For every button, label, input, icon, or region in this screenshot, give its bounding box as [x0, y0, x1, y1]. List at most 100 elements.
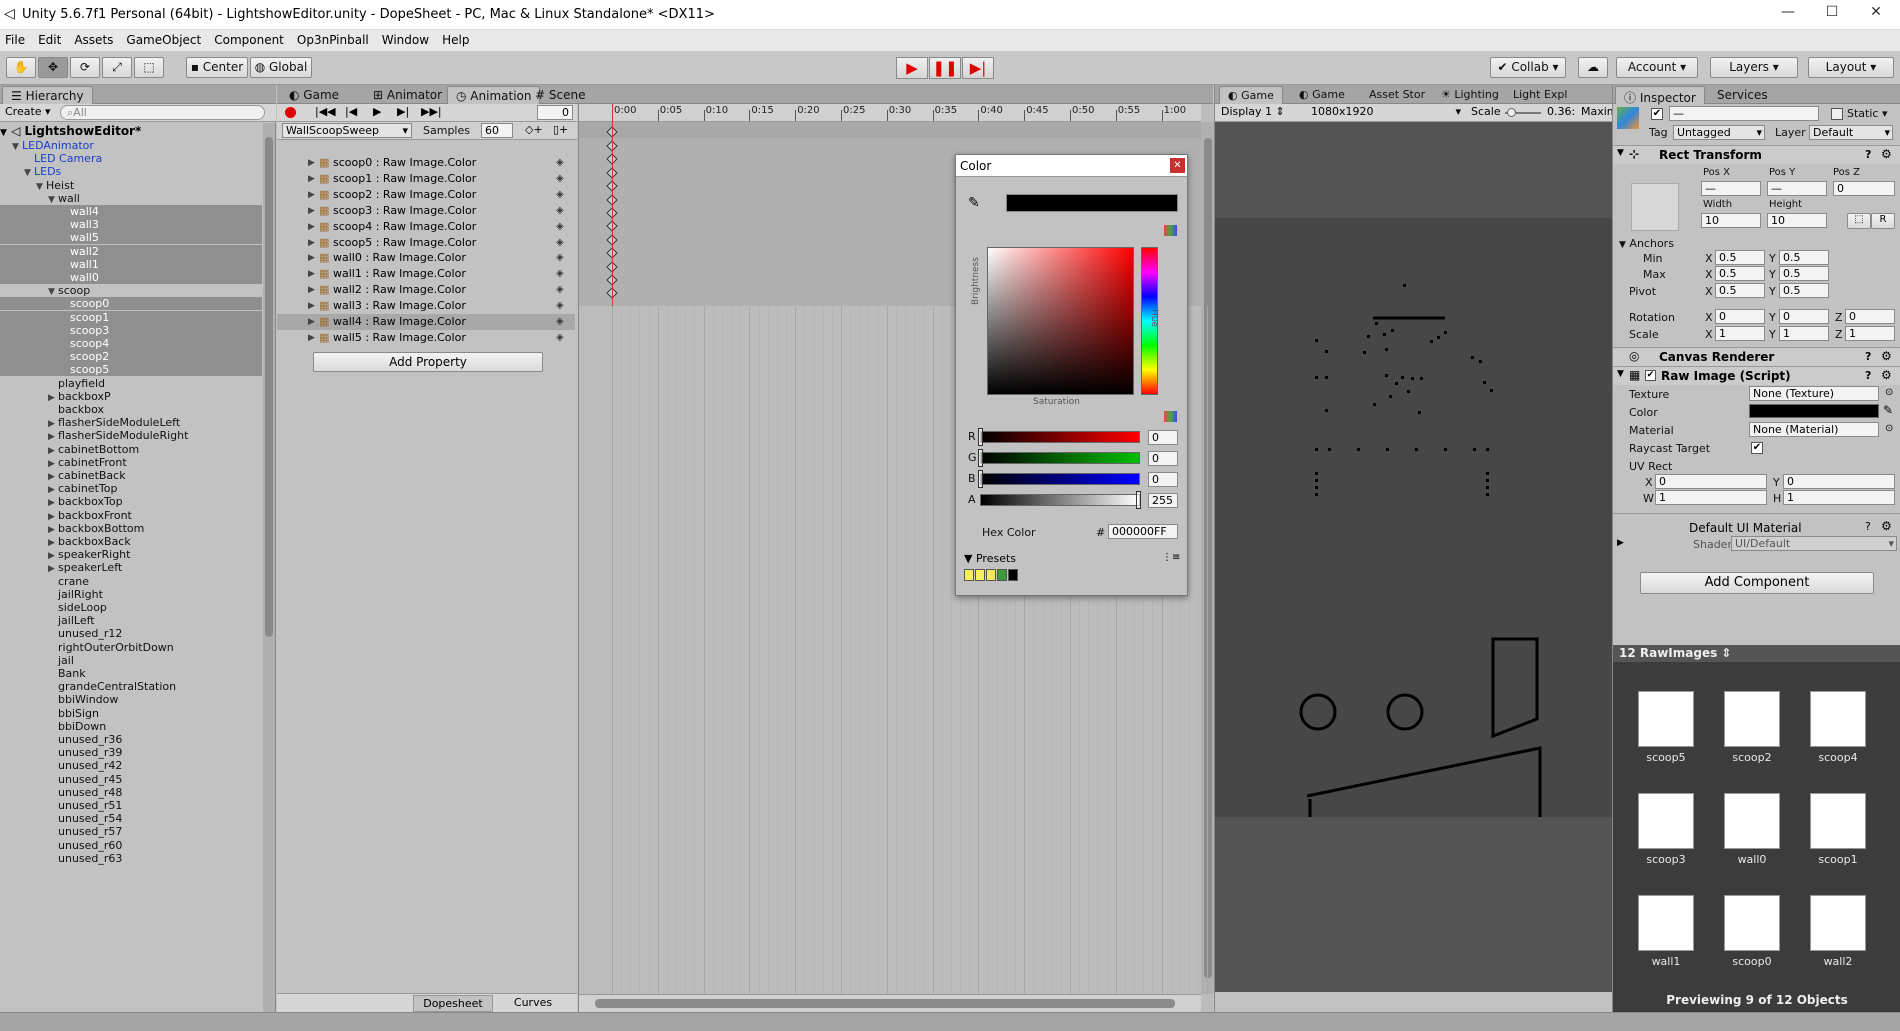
expand-arrow-icon[interactable]: ▶	[308, 298, 315, 314]
maximize-button[interactable]: ☐	[1812, 4, 1852, 26]
minimize-button[interactable]: —	[1768, 4, 1808, 26]
help-icon[interactable]: ?	[1865, 148, 1871, 161]
preset-swatch[interactable]	[997, 569, 1007, 581]
hierarchy-row[interactable]: jailRight	[0, 588, 262, 601]
help-icon[interactable]: ?	[1865, 369, 1871, 382]
keyframe-toggle-icon[interactable]: ◈	[556, 219, 564, 235]
hierarchy-row[interactable]: scoop5	[0, 363, 262, 377]
material-field[interactable]: None (Material)	[1749, 422, 1879, 437]
hierarchy-row[interactable]: scoop3	[0, 323, 262, 337]
hierarchy-scroll-thumb[interactable]	[265, 137, 273, 637]
channel-g-slider[interactable]	[980, 452, 1140, 464]
hierarchy-row[interactable]: grandeCentralStation	[0, 680, 262, 693]
uv-x-field[interactable]: 0	[1655, 474, 1767, 489]
preset-swatch[interactable]	[975, 569, 985, 581]
pivot-x-field[interactable]: 0.5	[1715, 283, 1765, 298]
pivot-center-button[interactable]: ▪ Center	[186, 57, 248, 78]
first-key-button[interactable]: |◀◀	[315, 105, 336, 118]
property-row[interactable]: ▶ ▦ scoop5 : Raw Image.Color ◈	[277, 235, 575, 251]
hierarchy-row[interactable]: jail	[0, 654, 262, 667]
color-field-swatch[interactable]	[1749, 404, 1879, 418]
settings-gear-icon[interactable]: ⚙	[1881, 349, 1892, 363]
menu-item-window[interactable]: Window	[377, 30, 437, 47]
preview-thumbnail[interactable]	[1638, 895, 1694, 951]
settings-gear-icon[interactable]: ⚙	[1881, 368, 1892, 382]
expand-arrow-icon[interactable]: ▶	[308, 155, 315, 171]
keyframe-toggle-icon[interactable]: ◈	[556, 155, 564, 171]
keyframe-toggle-icon[interactable]: ◈	[556, 330, 564, 346]
property-row[interactable]: ▶ ▦ wall1 : Raw Image.Color ◈	[277, 266, 575, 282]
property-row[interactable]: ▶ ▦ scoop2 : Raw Image.Color ◈	[277, 187, 575, 203]
hierarchy-row[interactable]: scoop4	[0, 337, 262, 350]
hierarchy-row[interactable]: ▶ backboxBottom	[0, 522, 262, 535]
tab-game[interactable]: ◐ Game	[1291, 86, 1353, 104]
scale-slider-thumb[interactable]	[1507, 108, 1516, 117]
property-row[interactable]: ▶ ▦ wall4 : Raw Image.Color ◈	[277, 314, 575, 330]
hierarchy-row[interactable]: unused_r12	[0, 627, 262, 640]
hierarchy-row[interactable]: backbox	[0, 403, 262, 416]
tab-game[interactable]: ◐ Game	[1219, 86, 1283, 104]
cloud-icon[interactable]: ☁	[1578, 57, 1608, 78]
hierarchy-row[interactable]: crane	[0, 575, 262, 588]
frame-field[interactable]: 0	[537, 105, 573, 120]
keyframe-toggle-icon[interactable]: ◈	[556, 298, 564, 314]
hierarchy-row[interactable]: scoop1	[0, 310, 262, 324]
hierarchy-row[interactable]: ▶ backboxTop	[0, 495, 262, 508]
pivot-y-field[interactable]: 0.5	[1779, 283, 1829, 298]
tab-curves[interactable]: Curves	[497, 995, 569, 1012]
uv-y-field[interactable]: 0	[1783, 474, 1895, 489]
keyframe-toggle-icon[interactable]: ◈	[556, 187, 564, 203]
preset-swatch[interactable]	[986, 569, 996, 581]
space-global-button[interactable]: ◍ Global	[250, 57, 312, 78]
menu-item-assets[interactable]: Assets	[69, 30, 121, 47]
object-picker-icon[interactable]: ⊙	[1885, 423, 1893, 434]
preview-thumbnail[interactable]	[1724, 691, 1780, 747]
expand-arrow-icon[interactable]: ▶	[308, 235, 315, 251]
channel-b-thumb[interactable]	[978, 470, 983, 488]
hierarchy-row[interactable]: wall5	[0, 231, 262, 245]
layers-dropdown[interactable]: Layers ▾	[1710, 57, 1798, 78]
scene-root-row[interactable]: ▼ ◁ LightshowEditor*	[0, 123, 262, 139]
expand-arrow-icon[interactable]: ▶	[308, 203, 315, 219]
hierarchy-row[interactable]: jailLeft	[0, 614, 262, 627]
hierarchy-search-input[interactable]: ⌕All	[60, 105, 265, 120]
hierarchy-row[interactable]: unused_r45	[0, 773, 262, 786]
uv-h-field[interactable]: 1	[1783, 490, 1895, 505]
min-y-field[interactable]: 0.5	[1779, 250, 1829, 265]
hierarchy-row[interactable]: sideLoop	[0, 601, 262, 614]
tab-hierarchy[interactable]: ☰ Hierarchy	[2, 86, 93, 104]
hierarchy-row[interactable]: unused_r42	[0, 759, 262, 772]
next-key-button[interactable]: ▶|	[397, 105, 409, 118]
move-tool-icon[interactable]: ✥	[38, 57, 68, 78]
preset-swatch[interactable]	[964, 569, 974, 581]
rot-y-field[interactable]: 0	[1779, 309, 1829, 324]
add-event-icon[interactable]: ▯+	[553, 123, 568, 136]
hierarchy-row[interactable]: ▼ LEDs	[0, 165, 262, 178]
height-field[interactable]: 10	[1767, 213, 1827, 228]
keyframe-toggle-icon[interactable]: ◈	[556, 171, 564, 187]
rect-tool-icon[interactable]: ⬚	[134, 57, 164, 78]
preview-thumbnail[interactable]	[1724, 793, 1780, 849]
channel-a-slider[interactable]	[980, 494, 1140, 506]
play-anim-button[interactable]: ▶	[373, 105, 381, 118]
hierarchy-row[interactable]: ▶ speakerLeft	[0, 561, 262, 574]
hierarchy-row[interactable]: bbiWindow	[0, 693, 262, 706]
saturation-brightness-field[interactable]	[987, 247, 1134, 395]
tag-dropdown[interactable]: Untagged ▾	[1673, 125, 1765, 140]
preview-header[interactable]: 12 RawImages ⇕	[1613, 645, 1900, 662]
raw-image-enabled-checkbox[interactable]: ✔	[1645, 370, 1656, 381]
hierarchy-row[interactable]: ▼ wall	[0, 192, 262, 205]
rotate-tool-icon[interactable]: ⟳	[70, 57, 100, 78]
max-y-field[interactable]: 0.5	[1779, 266, 1829, 281]
tab-inspector[interactable]: ⓘ Inspector	[1615, 86, 1705, 105]
object-picker-icon[interactable]: ⊙	[1885, 387, 1893, 398]
hierarchy-row[interactable]: ▶ flasherSideModuleLeft	[0, 416, 262, 429]
scale-z-field[interactable]: 1	[1845, 326, 1895, 341]
preset-swatch[interactable]	[1008, 569, 1018, 581]
hierarchy-row[interactable]: ▶ cabinetBottom	[0, 443, 262, 456]
property-row[interactable]: ▶ ▦ wall3 : Raw Image.Color ◈	[277, 298, 575, 314]
hierarchy-row[interactable]: ▶ speakerRight	[0, 548, 262, 561]
menu-item-gameobject[interactable]: GameObject	[121, 30, 209, 47]
tab-dopesheet[interactable]: Dopesheet	[413, 995, 493, 1012]
rot-x-field[interactable]: 0	[1715, 309, 1765, 324]
